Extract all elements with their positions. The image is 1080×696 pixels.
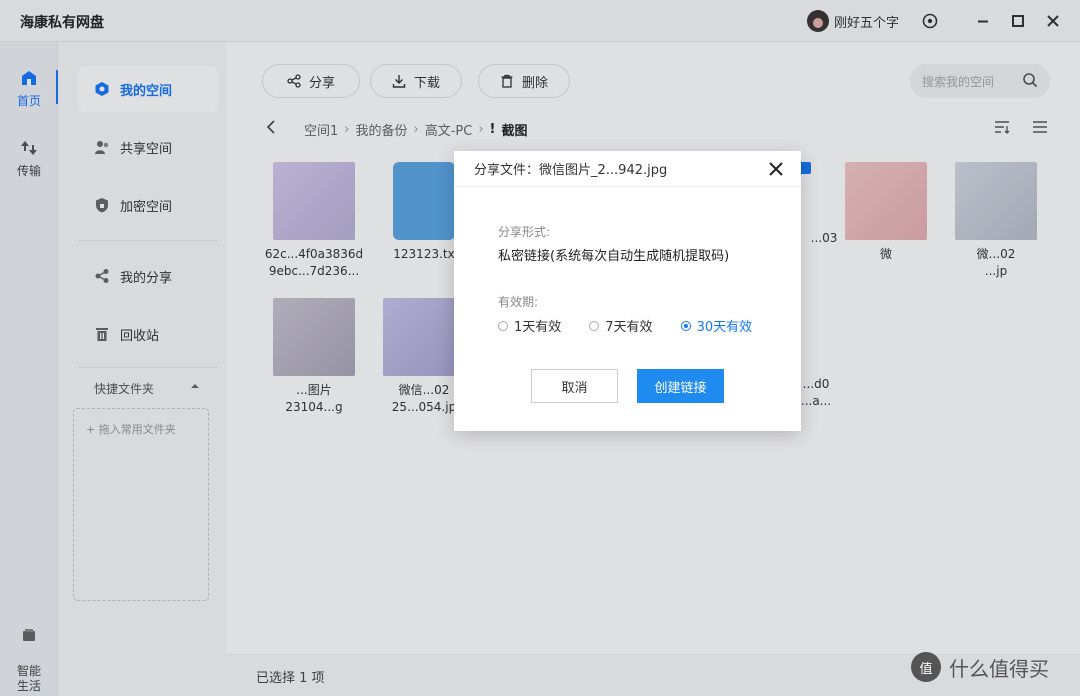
validity-options: 1天有效 7天有效 30天有效 — [498, 316, 752, 335]
radio-label: 7天有效 — [605, 320, 653, 335]
dialog-close-icon[interactable] — [767, 160, 785, 178]
watermark-logo: 值 — [911, 652, 941, 682]
share-form-value: 私密链接(系统每次自动生成随机提取码) — [498, 249, 730, 264]
validity-option-7days[interactable]: 7天有效 — [589, 316, 653, 335]
watermark: 值 什么值得买 — [911, 652, 1049, 682]
share-dialog: 分享文件：微信图片_2...942.jpg 分享形式: 私密链接(系统每次自动生… — [454, 151, 801, 431]
share-form-label: 分享形式: — [498, 225, 551, 239]
cancel-button[interactable]: 取消 — [531, 369, 618, 403]
watermark-text: 什么值得买 — [949, 656, 1049, 681]
create-link-button[interactable]: 创建链接 — [637, 369, 724, 403]
validity-option-1day[interactable]: 1天有效 — [498, 316, 561, 335]
radio-label: 1天有效 — [514, 320, 562, 335]
validity-option-30days[interactable]: 30天有效 — [680, 316, 753, 335]
validity-label: 有效期: — [498, 295, 539, 309]
dialog-title: 分享文件：微信图片_2...942.jpg — [474, 163, 668, 178]
radio-circle[interactable] — [680, 320, 691, 331]
radio-circle[interactable] — [498, 320, 508, 331]
dialog-header: 分享文件：微信图片_2...942.jpg — [454, 151, 801, 187]
radio-circle[interactable] — [589, 320, 600, 331]
radio-label: 30天有效 — [696, 320, 753, 335]
